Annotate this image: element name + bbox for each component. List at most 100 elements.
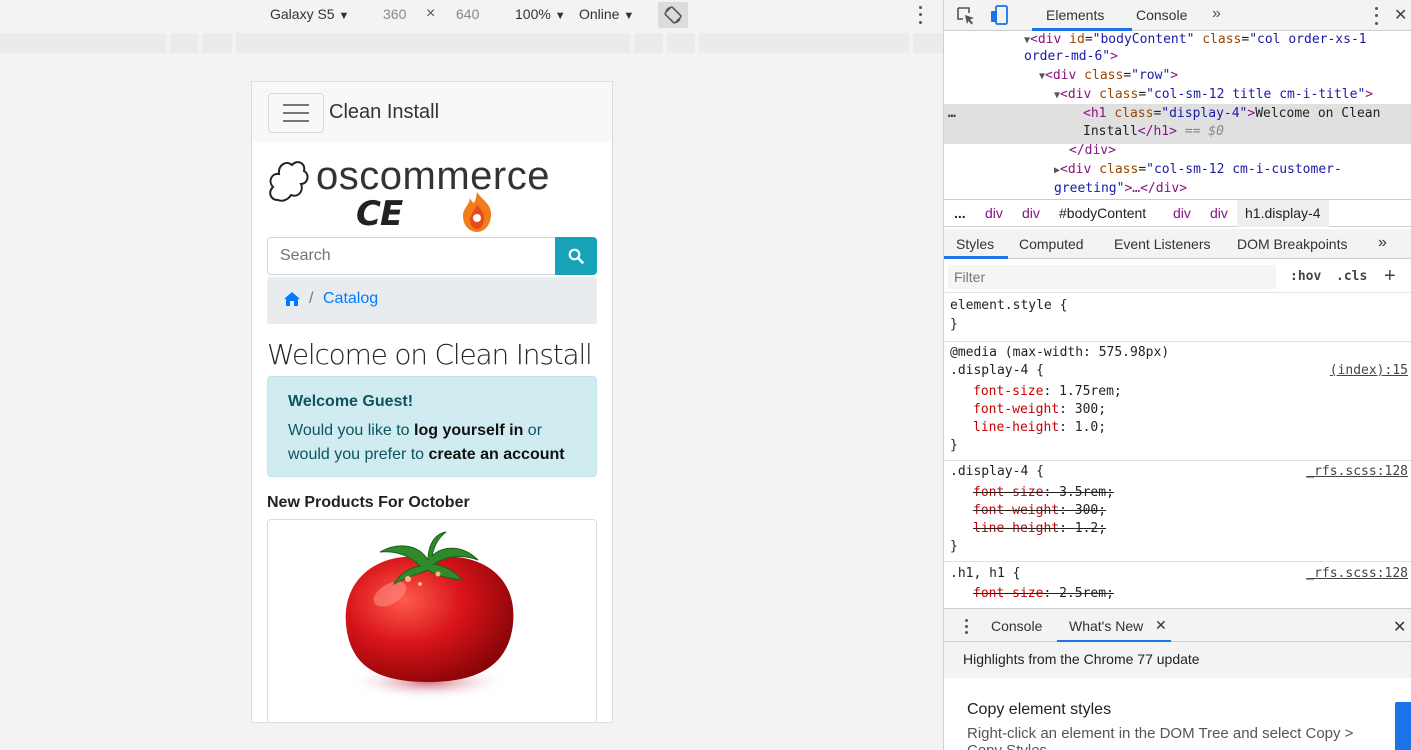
rule-source-link[interactable]: (index):15 <box>1330 362 1408 380</box>
devtools-menu-icon[interactable] <box>1372 5 1380 27</box>
attr-value: "display-4" <box>1161 106 1248 121</box>
search-button[interactable] <box>555 237 597 275</box>
store-logo[interactable]: oscommerce CE PHOENIX <box>268 154 568 274</box>
width-input[interactable]: 360 <box>383 6 406 22</box>
new-rule-button[interactable]: + <box>1384 265 1396 288</box>
dot <box>918 20 922 24</box>
class-toggle[interactable]: .cls <box>1336 269 1367 284</box>
media-segment[interactable] <box>202 33 232 53</box>
breadcrumb-catalog-link[interactable]: Catalog <box>323 290 378 308</box>
search-icon <box>568 248 584 264</box>
rule-selector[interactable]: element.style { <box>950 297 1067 315</box>
rule-source-link[interactable]: _rfs.scss:128 <box>1306 565 1408 583</box>
media-segment[interactable] <box>913 33 943 53</box>
property-name: font-size <box>973 586 1044 601</box>
media-query: @media (max-width: 575.98px) <box>950 345 1170 360</box>
tab-dom-breakpoints[interactable]: DOM Breakpoints <box>1237 236 1347 252</box>
tab-console[interactable]: Console <box>1136 7 1187 23</box>
attr-name: class <box>1099 87 1139 102</box>
breadcrumb-home[interactable] <box>283 291 301 312</box>
product-card[interactable] <box>267 519 597 722</box>
dom-node-title[interactable]: ▼<div class="col-sm-12 title cm-i-title"… <box>1054 86 1373 106</box>
property-value: 300; <box>1074 503 1107 518</box>
drawer-close-icon[interactable]: ✕ <box>1393 617 1406 637</box>
media-segment[interactable] <box>0 33 166 53</box>
media-segment[interactable] <box>699 33 909 53</box>
tomato-product-image[interactable] <box>328 524 528 704</box>
selected-marker: == $0 <box>1176 124 1224 139</box>
css-property-overridden[interactable]: line-height: 1.2; <box>973 520 1106 538</box>
media-segment[interactable] <box>170 33 198 53</box>
breadcrumb-overflow[interactable]: ... <box>954 205 966 221</box>
dom-node-greeting[interactable]: ▶<div class="col-sm-12 cm-i-customer- <box>1054 161 1342 181</box>
breadcrumb-div[interactable]: div <box>1173 205 1191 221</box>
more-tabs-icon[interactable]: » <box>1378 234 1387 252</box>
search-form <box>267 237 597 275</box>
whats-new-heading[interactable]: Copy element styles <box>967 701 1111 719</box>
property-name: line-height <box>973 420 1060 435</box>
breadcrumb-h1[interactable]: h1.display-4 <box>1237 200 1329 227</box>
css-property[interactable]: font-size: 1.75rem; <box>973 383 1122 401</box>
device-toolbar-toggle-icon[interactable] <box>990 5 1010 26</box>
tab-styles[interactable]: Styles <box>956 236 994 252</box>
dom-node-close: </div> <box>1069 142 1116 161</box>
navbar-toggle-button[interactable] <box>268 93 324 133</box>
phoenix-flame-icon <box>463 192 492 232</box>
hover-state-toggle[interactable]: :hov <box>1290 269 1321 284</box>
login-link[interactable]: log yourself in <box>414 422 523 439</box>
zoom-select[interactable]: 100% ▼ <box>515 6 566 22</box>
rule-close-brace: } <box>950 317 958 332</box>
rule-divider <box>944 341 1411 342</box>
tab-event-listeners[interactable]: Event Listeners <box>1114 236 1211 252</box>
dom-node-row[interactable]: ▼<div class="row"> <box>1039 67 1178 87</box>
attr-value: "col-sm-12 title cm-i-title" <box>1146 87 1366 102</box>
css-property[interactable]: font-weight: 300; <box>973 401 1106 419</box>
search-input[interactable] <box>267 237 557 275</box>
media-segment[interactable] <box>236 33 630 53</box>
css-property-overridden[interactable]: font-weight: 300; <box>973 502 1106 520</box>
media-segment[interactable] <box>634 33 663 53</box>
height-input[interactable]: 640 <box>456 6 479 22</box>
dom-node-h1[interactable]: <h1 class="display-4">Welcome on Clean <box>1083 105 1380 124</box>
drawer-menu-icon[interactable] <box>963 617 969 635</box>
hamburger-icon <box>283 112 309 114</box>
css-property[interactable]: line-height: 1.0; <box>973 419 1106 437</box>
times-icon: × <box>426 5 436 22</box>
media-segment[interactable] <box>667 33 695 53</box>
breadcrumb-div[interactable]: div <box>985 205 1003 221</box>
page-title: Welcome on Clean Install <box>267 338 593 371</box>
close-tab-icon[interactable]: ✕ <box>1155 617 1167 634</box>
rule-selector[interactable]: .display-4 { <box>950 463 1044 481</box>
devtools-close-icon[interactable]: ✕ <box>1394 5 1407 25</box>
attr-name: class <box>1114 106 1154 121</box>
rule-selector[interactable]: .h1, h1 { <box>950 565 1020 583</box>
styles-pane-tabs: Styles Computed Event Listeners DOM Brea… <box>944 229 1411 259</box>
css-property-overridden[interactable]: font-size: 3.5rem; <box>973 484 1114 502</box>
tab-elements[interactable]: Elements <box>1046 7 1104 23</box>
device-select[interactable]: Galaxy S5 ▼ <box>270 6 349 22</box>
attr-name: id <box>1069 32 1085 47</box>
breadcrumb: / Catalog <box>267 277 597 324</box>
navbar-brand[interactable]: Clean Install <box>329 101 439 124</box>
inspect-element-icon[interactable] <box>956 6 976 26</box>
styles-filter-input[interactable] <box>948 265 1276 289</box>
network-throttle-select[interactable]: Online ▼ <box>579 6 634 22</box>
breadcrumb-div[interactable]: div <box>1210 205 1228 221</box>
attr-name: class <box>1202 32 1242 47</box>
breadcrumb-bodycontent[interactable]: #bodyContent <box>1059 205 1146 221</box>
drawer-tab-console[interactable]: Console <box>991 618 1042 634</box>
rotate-button[interactable] <box>658 2 688 28</box>
greeting-text: Would you like to <box>288 422 414 439</box>
drawer-tab-whats-new[interactable]: What's New <box>1069 618 1143 634</box>
site-navbar: Clean Install <box>252 82 612 142</box>
rule-selector[interactable]: .display-4 { <box>950 362 1044 380</box>
rule-source-link[interactable]: _rfs.scss:128 <box>1306 463 1408 481</box>
more-tabs-icon[interactable]: » <box>1212 5 1221 23</box>
node-actions-icon[interactable]: … <box>948 105 956 124</box>
breadcrumb-div[interactable]: div <box>1022 205 1040 221</box>
device-viewport: Clean Install oscommerce CE PHOENIX <box>251 81 613 723</box>
css-property-overridden[interactable]: font-size: 2.5rem; <box>973 585 1114 603</box>
tab-computed[interactable]: Computed <box>1019 236 1084 252</box>
create-account-link[interactable]: create an account <box>429 446 565 463</box>
more-options-icon[interactable] <box>914 4 926 26</box>
